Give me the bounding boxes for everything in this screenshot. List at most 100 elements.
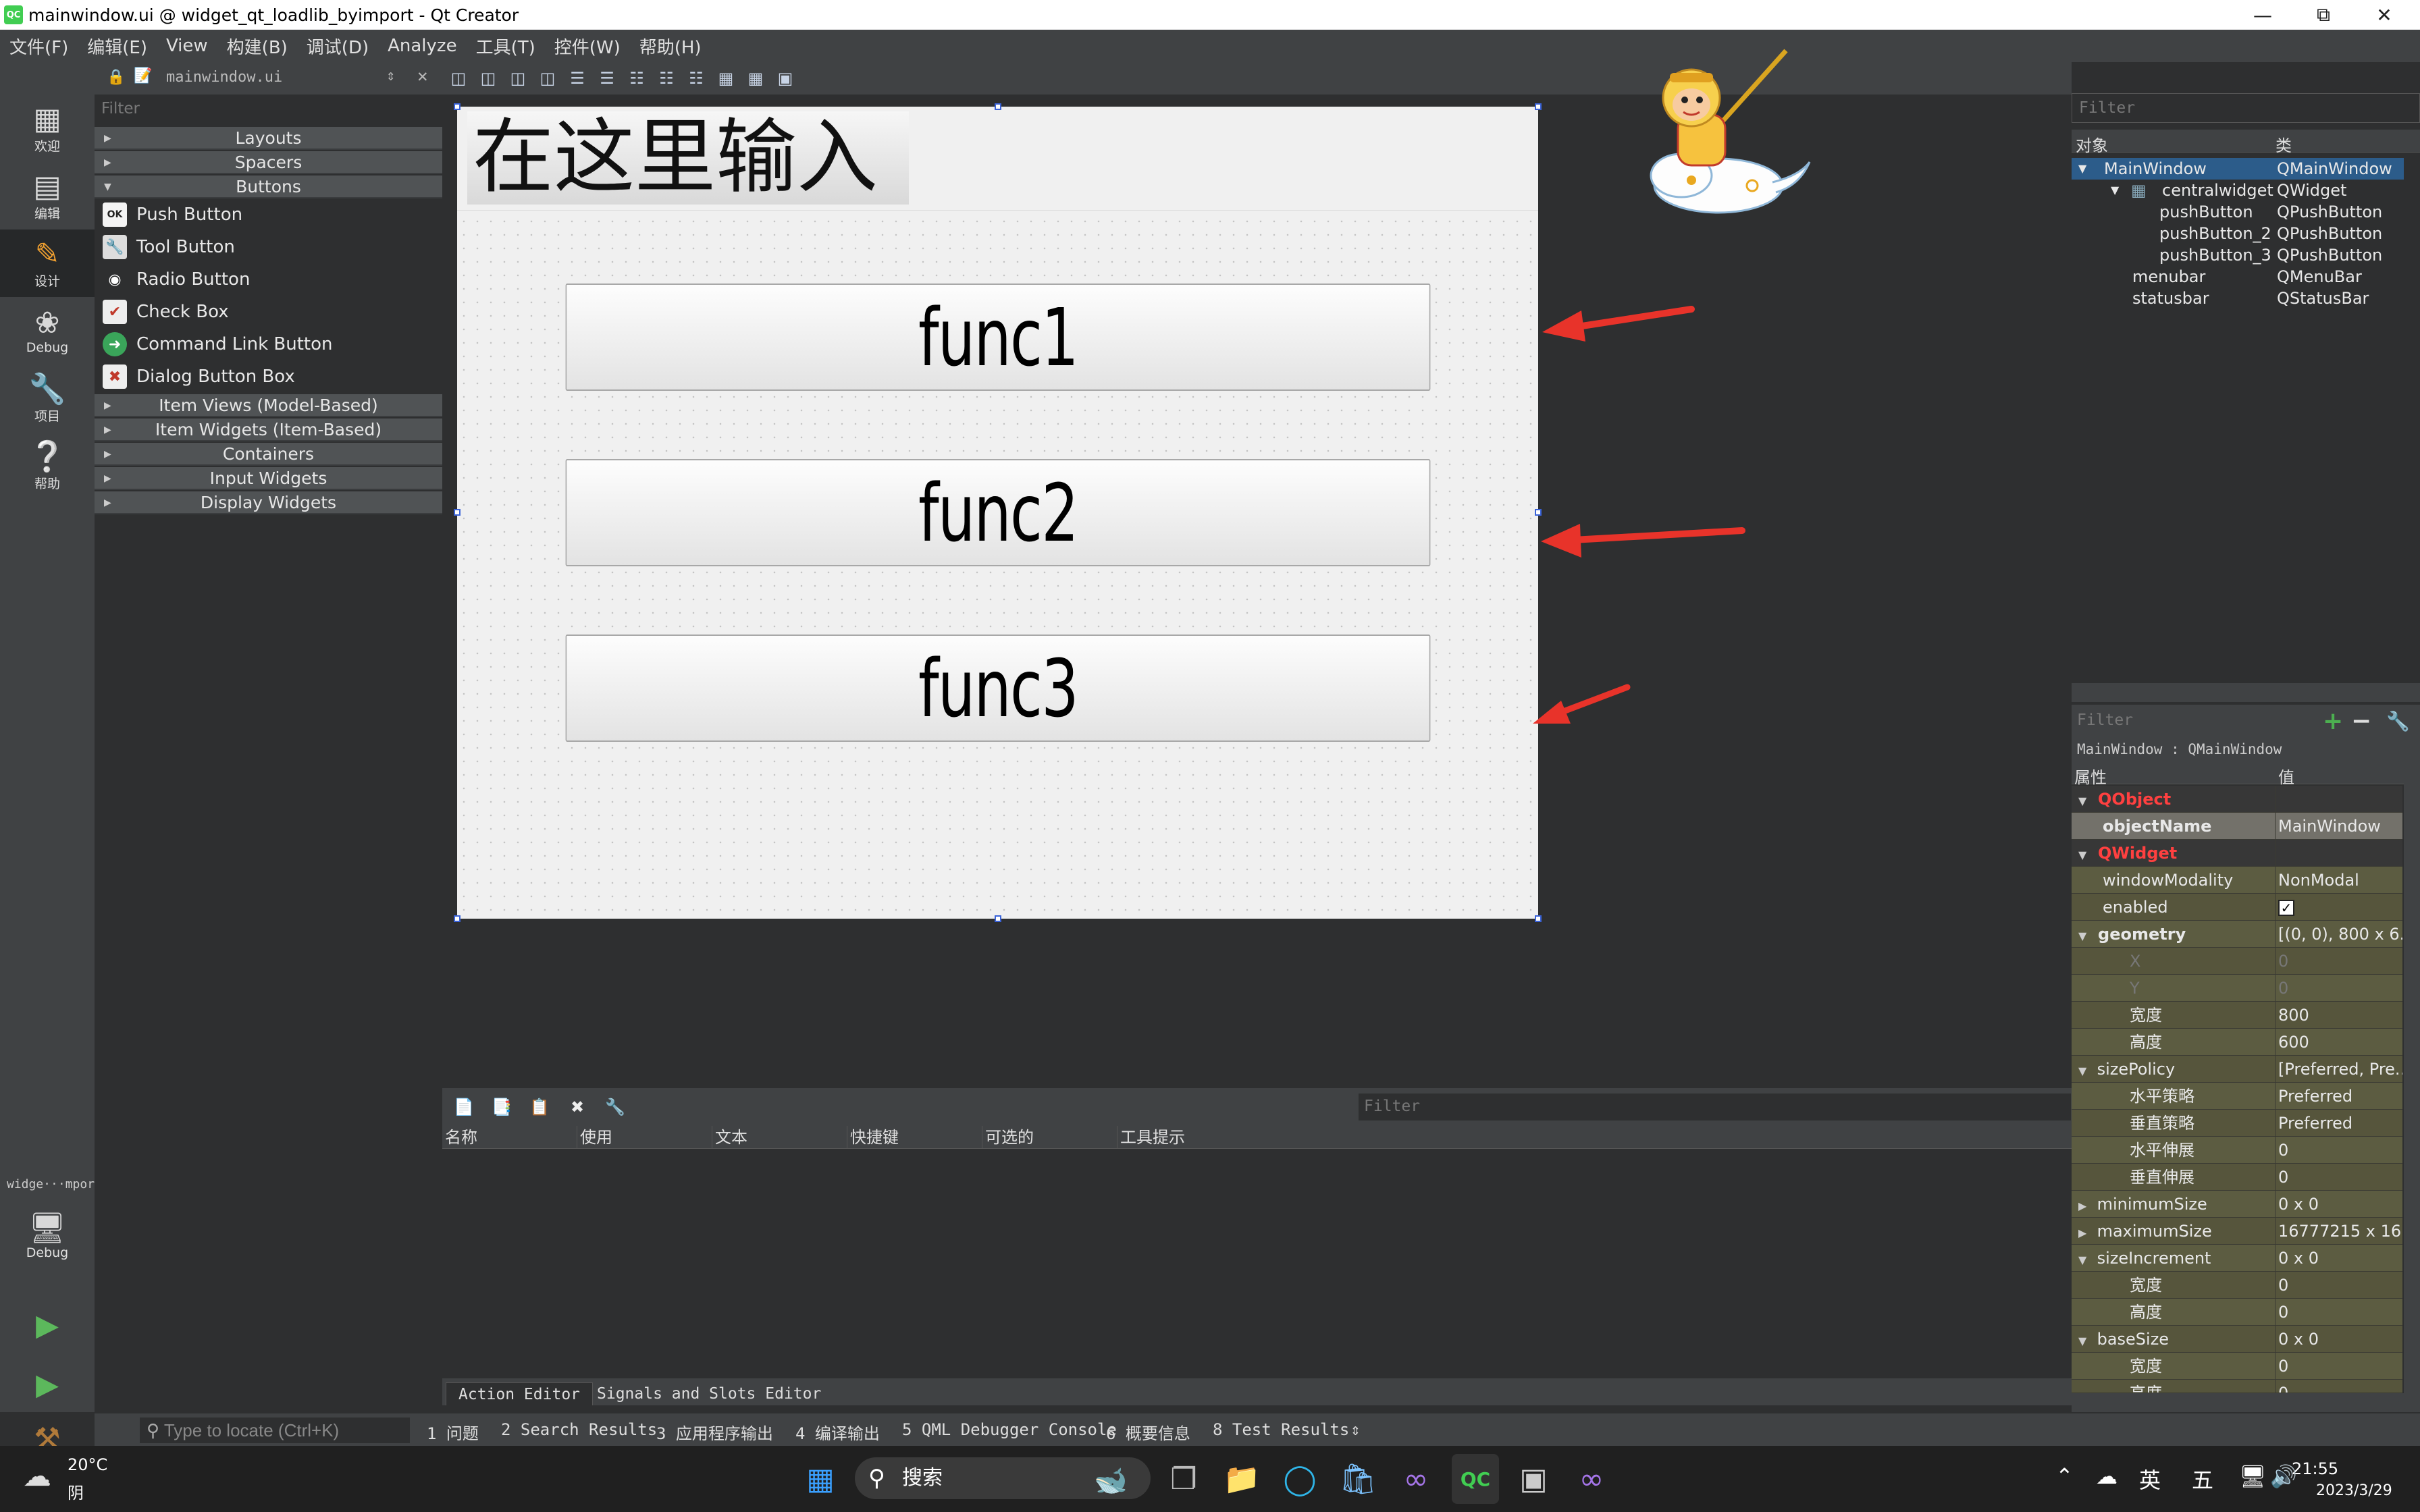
qt-creator-taskbar-icon[interactable]: QC: [1452, 1454, 1499, 1504]
property-row[interactable]: 垂直策略 Preferred: [2072, 1110, 2402, 1137]
widget-tool-button[interactable]: 🔧 Tool Button: [95, 231, 442, 263]
property-value[interactable]: NonModal: [2278, 867, 2402, 894]
layout-horizontal-icon[interactable]: ☰: [567, 68, 588, 89]
add-property-icon[interactable]: +: [2323, 707, 2343, 735]
property-value[interactable]: 0: [2278, 948, 2402, 975]
property-row[interactable]: enabled ✓: [2072, 894, 2402, 921]
delete-action-icon[interactable]: ✖: [567, 1096, 588, 1118]
mode-projects[interactable]: 🔧 项目: [0, 364, 95, 432]
property-value[interactable]: 600: [2278, 1029, 2402, 1056]
property-row[interactable]: 高度 600: [2072, 1029, 2402, 1056]
ime-mode[interactable]: 五: [2192, 1463, 2213, 1494]
property-row[interactable]: X0: [2072, 948, 2402, 975]
object-row[interactable]: pushButton QPushButton: [2072, 201, 2404, 223]
property-row[interactable]: ▶ maximumSize16777215 x 16...: [2072, 1218, 2402, 1245]
property-row[interactable]: 高度 0: [2072, 1299, 2402, 1326]
widget-command-link-button[interactable]: ➜ Command Link Button: [95, 328, 442, 360]
property-row[interactable]: 高度 0: [2072, 1380, 2402, 1393]
widget-radio-button[interactable]: ◉ Radio Button: [95, 263, 442, 296]
resize-handle[interactable]: [454, 915, 461, 922]
property-row[interactable]: ▼ baseSize 0 x 0: [2072, 1326, 2402, 1353]
object-row[interactable]: menubar QMenuBar: [2072, 266, 2404, 288]
property-value[interactable]: 0 x 0: [2278, 1326, 2402, 1353]
col-text[interactable]: 文本: [712, 1126, 847, 1148]
category-containers[interactable]: ▶ Containers: [95, 443, 442, 466]
category-display-widgets[interactable]: ▶ Display Widgets: [95, 491, 442, 514]
debug-run-button[interactable]: ▶: [0, 1358, 95, 1412]
configure-icon[interactable]: 🔧: [604, 1096, 626, 1118]
col-name[interactable]: 名称: [442, 1126, 577, 1148]
category-buttons[interactable]: ▼ Buttons: [95, 176, 442, 198]
menu-analyze[interactable]: Analyze: [378, 36, 466, 56]
object-filter-input[interactable]: Filter: [2072, 93, 2420, 123]
ime-language[interactable]: 英: [2139, 1463, 2161, 1494]
splitter-vertical-icon[interactable]: ☷: [656, 68, 677, 89]
widget-push-button[interactable]: OK Push Button: [95, 198, 442, 231]
menu-edit[interactable]: 编辑(E): [78, 34, 157, 59]
mode-design[interactable]: ✎ 设计: [0, 230, 95, 297]
property-value[interactable]: 0: [2278, 1164, 2402, 1191]
widget-check-box[interactable]: ✔ Check Box: [95, 296, 442, 328]
pane-general-messages[interactable]: 6 概要信息: [1106, 1420, 1190, 1444]
new-action-icon[interactable]: 📄: [453, 1096, 475, 1118]
menu-file[interactable]: 文件(F): [0, 34, 78, 59]
visual-studio-2-icon[interactable]: ∞: [1568, 1454, 1615, 1504]
paste-action-icon[interactable]: 📋: [529, 1096, 550, 1118]
func2-button[interactable]: func2: [565, 459, 1431, 566]
object-row[interactable]: statusbar QStatusBar: [2072, 288, 2404, 309]
property-value[interactable]: 0: [2278, 1272, 2402, 1299]
visual-studio-icon[interactable]: ∞: [1392, 1454, 1440, 1504]
pane-app-output[interactable]: 3 应用程序输出: [656, 1420, 773, 1444]
layout-vertical-icon[interactable]: ☰: [596, 68, 618, 89]
menu-view[interactable]: View: [157, 36, 217, 56]
menu-help[interactable]: 帮助(H): [630, 34, 711, 59]
mode-edit[interactable]: ▤ 编辑: [0, 162, 95, 230]
close-window-button[interactable]: ✕: [2354, 0, 2415, 30]
mode-welcome[interactable]: ▦ 欢迎: [0, 94, 95, 162]
mode-debug[interactable]: ❀ Debug: [0, 297, 95, 364]
run-button[interactable]: ▶: [0, 1299, 95, 1353]
menu-tools[interactable]: 工具(T): [467, 34, 545, 59]
taskbar-search[interactable]: ⚲ 搜索 🐋: [855, 1457, 1151, 1499]
resize-handle[interactable]: [995, 915, 1001, 922]
property-value[interactable]: 0: [2278, 1353, 2402, 1380]
configure-icon[interactable]: 🔧: [2386, 710, 2410, 732]
property-row[interactable]: 垂直伸展 0: [2072, 1164, 2402, 1191]
object-row[interactable]: pushButton_3 QPushButton: [2072, 244, 2404, 266]
maximize-button[interactable]: ⧉: [2293, 0, 2354, 30]
edge-browser-icon[interactable]: ◯: [1276, 1454, 1323, 1504]
category-item-views[interactable]: ▶ Item Views (Model-Based): [95, 394, 442, 417]
object-row[interactable]: ▼ ▦ centralwidget QWidget: [2072, 180, 2404, 201]
property-scrollbar[interactable]: [2072, 1393, 2420, 1412]
pane-qml-console[interactable]: 5 QML Debugger Console: [902, 1420, 1117, 1439]
category-input-widgets[interactable]: ▶ Input Widgets: [95, 467, 442, 490]
property-group-qwidget[interactable]: ▼ QWidget: [2072, 840, 2402, 867]
property-value[interactable]: [Preferred, Pre...: [2278, 1056, 2402, 1083]
network-icon[interactable]: 🖥: [2239, 1463, 2267, 1489]
property-value[interactable]: 0: [2278, 1380, 2402, 1393]
remove-property-icon[interactable]: −: [2351, 707, 2371, 735]
edit-widgets-icon[interactable]: ◫: [448, 68, 469, 89]
property-row[interactable]: ▼ geometry [(0, 0), 800 x 6...: [2072, 921, 2402, 948]
store-icon[interactable]: 🛍: [1334, 1454, 1382, 1504]
tab-signals-slots-editor[interactable]: Signals and Slots Editor: [585, 1382, 833, 1405]
kit-selector[interactable]: 🖥 Debug: [0, 1199, 95, 1273]
menu-debug[interactable]: 调试(D): [297, 34, 378, 59]
splitter-horizontal-icon[interactable]: ☷: [626, 68, 648, 89]
property-value[interactable]: 0 x 0: [2278, 1191, 2402, 1218]
task-view-icon[interactable]: ❐: [1160, 1454, 1207, 1504]
enabled-checkbox[interactable]: ✓: [2278, 894, 2402, 921]
property-value[interactable]: 0: [2278, 1137, 2402, 1164]
pane-test-results[interactable]: 8 Test Results: [1213, 1420, 1349, 1439]
category-item-widgets[interactable]: ▶ Item Widgets (Item-Based): [95, 418, 442, 441]
document-tab-name[interactable]: mainwindow.ui: [166, 69, 282, 86]
pane-more-icon[interactable]: ⇕: [1350, 1420, 1360, 1439]
adjust-size-icon[interactable]: ▣: [774, 68, 796, 89]
volume-icon[interactable]: 🔊: [2270, 1463, 2297, 1489]
property-group-qobject[interactable]: ▼ QObject: [2072, 786, 2402, 813]
property-row[interactable]: ▼ sizePolicy [Preferred, Pre...: [2072, 1056, 2402, 1083]
updown-icon[interactable]: ⇕: [386, 68, 395, 84]
col-value[interactable]: 值: [2278, 764, 2294, 788]
edit-signals-icon[interactable]: ◫: [477, 68, 499, 89]
property-value[interactable]: MainWindow: [2278, 813, 2402, 840]
